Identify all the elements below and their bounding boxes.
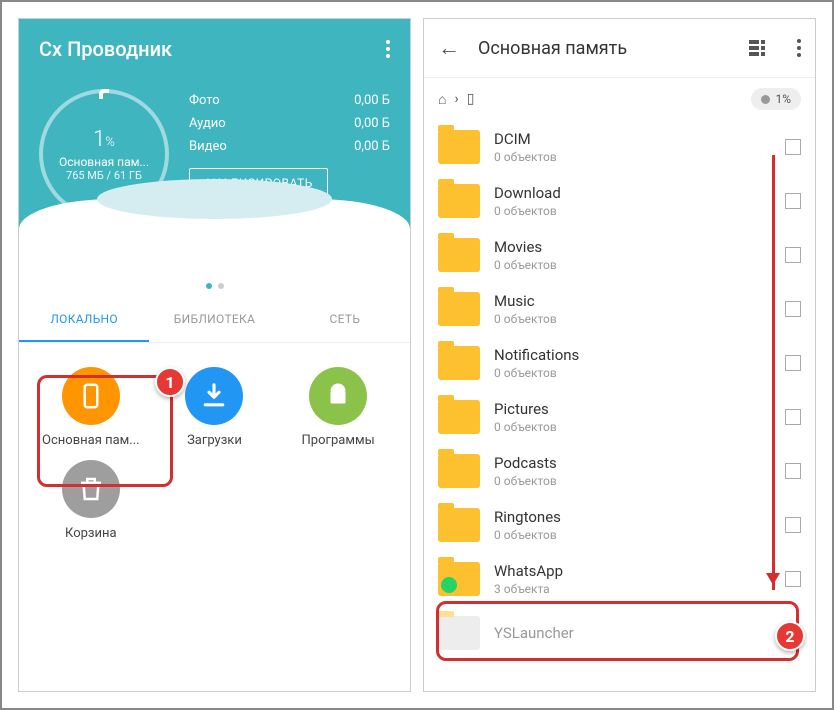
checkbox[interactable] <box>785 517 801 533</box>
list-item[interactable]: Ringtones0 объектов <box>438 498 801 552</box>
folder-title: Основная память <box>478 38 731 59</box>
folder-icon <box>438 508 480 542</box>
list-item[interactable]: Pictures0 объектов <box>438 390 801 444</box>
breadcrumb[interactable]: ⌂ › ▯ 1% <box>424 78 815 120</box>
phone-icon <box>62 367 120 425</box>
menu-icon[interactable] <box>386 40 390 58</box>
storage-hero: 1% Основная пам... 765 МБ / 61 ГБ Фото0,… <box>19 79 410 259</box>
folder-icon <box>438 454 480 488</box>
annotation-badge-2: 2 <box>775 621 805 651</box>
list-item[interactable]: Download0 объектов <box>438 174 801 228</box>
folder-icon <box>438 184 480 218</box>
list-item-whatsapp[interactable]: WhatsApp3 объекта <box>438 552 801 606</box>
checkbox[interactable] <box>785 571 801 587</box>
folder-icon <box>438 292 480 326</box>
shortcuts-grid: Основная пам... Загрузки Программы Корзи… <box>19 343 410 565</box>
home-icon[interactable]: ⌂ <box>438 91 446 108</box>
annotation-arrow <box>772 155 775 590</box>
folder-icon <box>438 346 480 380</box>
list-item[interactable]: Movies0 объектов <box>438 228 801 282</box>
tab-network[interactable]: СЕТЬ <box>280 298 410 342</box>
tabs: ЛОКАЛЬНО БИБЛИОТЕКА СЕТЬ <box>19 298 410 343</box>
checkbox[interactable] <box>785 139 801 155</box>
shortcut-programs[interactable]: Программы <box>276 361 400 454</box>
app-title: Cx Проводник <box>39 37 172 61</box>
back-icon[interactable]: ← <box>438 35 460 61</box>
list-item[interactable]: Podcasts0 объектов <box>438 444 801 498</box>
list-item[interactable]: Notifications0 объектов <box>438 336 801 390</box>
list-item[interactable]: Music0 объектов <box>438 282 801 336</box>
checkbox[interactable] <box>785 301 801 317</box>
checkbox[interactable] <box>785 355 801 371</box>
trash-icon <box>62 460 120 518</box>
shortcut-storage[interactable]: Основная пам... <box>29 361 153 454</box>
storage-pill: 1% <box>751 88 801 110</box>
tab-library[interactable]: БИБЛИОТЕКА <box>149 298 279 342</box>
list-item[interactable]: YSLauncher <box>438 606 801 660</box>
folder-icon <box>438 130 480 164</box>
folder-icon <box>438 238 480 272</box>
list-item[interactable]: DCIM0 объектов <box>438 120 801 174</box>
folder-list[interactable]: DCIM0 объектов Download0 объектов Movies… <box>424 120 815 660</box>
file-header: ← Основная память <box>424 19 815 78</box>
checkbox[interactable] <box>785 247 801 263</box>
tab-local[interactable]: ЛОКАЛЬНО <box>19 298 149 342</box>
shortcut-trash[interactable]: Корзина <box>29 454 153 547</box>
device-icon[interactable]: ▯ <box>467 91 475 107</box>
checkbox[interactable] <box>785 463 801 479</box>
folder-icon <box>438 562 480 596</box>
annotation-badge-1: 1 <box>155 367 185 397</box>
folder-icon <box>438 616 480 650</box>
left-screen: Cx Проводник 1% Основная пам... 765 МБ /… <box>18 18 411 692</box>
view-list-icon[interactable] <box>749 40 765 56</box>
download-icon <box>185 367 243 425</box>
android-icon <box>309 367 367 425</box>
checkbox[interactable] <box>785 409 801 425</box>
checkbox[interactable] <box>785 193 801 209</box>
folder-icon <box>438 400 480 434</box>
page-indicator <box>19 259 410 298</box>
menu-icon[interactable] <box>797 39 801 57</box>
right-screen: ← Основная память ⌂ › ▯ 1% DCIM0 объекто… <box>423 18 816 692</box>
app-header: Cx Проводник <box>19 19 410 79</box>
